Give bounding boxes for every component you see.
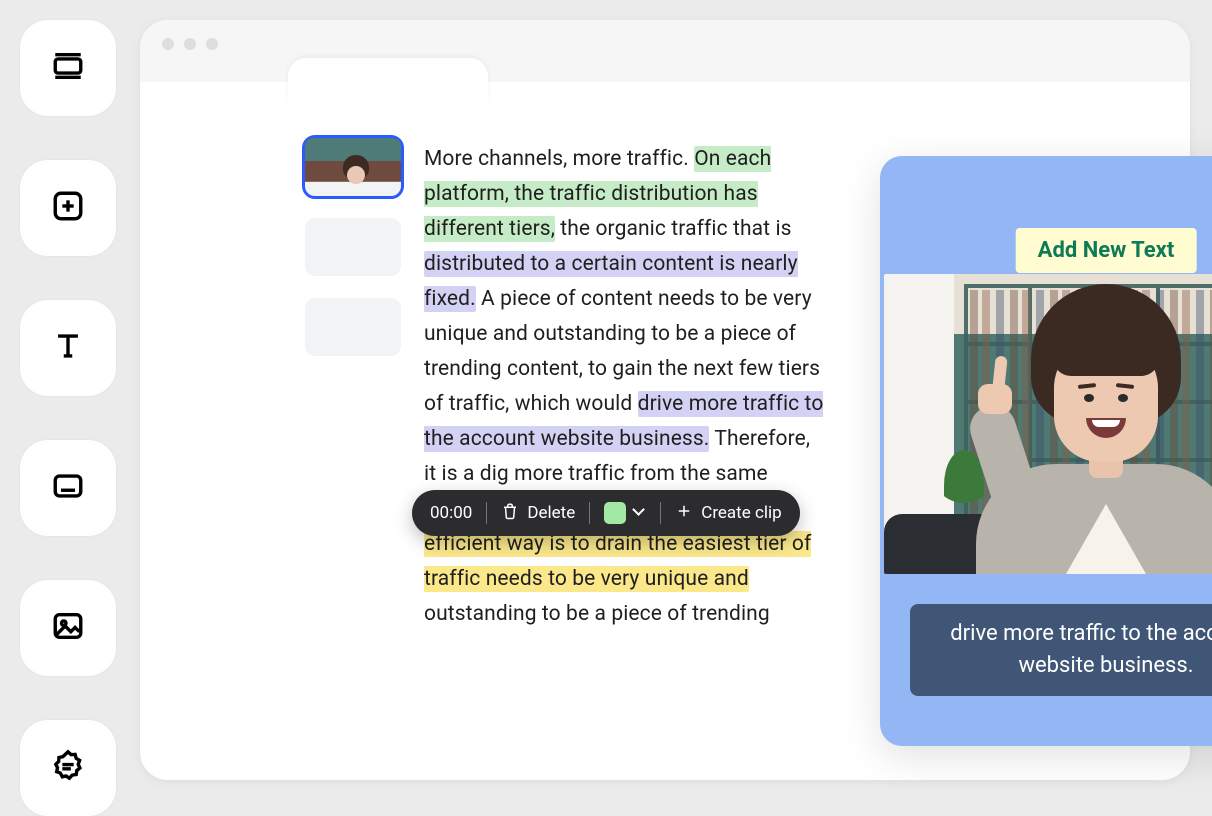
window-traffic-lights — [162, 38, 218, 50]
delete-label: Delete — [527, 503, 575, 523]
editor-window: More channels, more traffic. On each pla… — [140, 20, 1190, 780]
color-swatch — [604, 502, 626, 524]
add-text-overlay[interactable]: Add New Text — [1016, 228, 1197, 273]
plus-square-icon — [51, 189, 85, 227]
tool-sidebar — [20, 20, 116, 816]
image-icon — [51, 609, 85, 647]
thumbnail-3[interactable] — [305, 298, 401, 356]
thumbnail-1[interactable] — [305, 138, 401, 196]
subtitle-icon — [51, 469, 85, 507]
video-preview-panel: Add New Text — [880, 156, 1212, 746]
browser-tab[interactable] — [288, 58, 488, 102]
create-clip-label: Create clip — [701, 503, 781, 523]
thumbnail-2[interactable] — [305, 218, 401, 276]
chevron-down-icon — [634, 507, 646, 519]
plus-icon — [675, 502, 693, 525]
toolbar-separator — [486, 502, 487, 524]
thumbnail-preview — [305, 138, 401, 196]
transcript-segment[interactable]: More channels, more traffic. — [424, 146, 694, 172]
layout-icon — [51, 49, 85, 87]
create-clip-button[interactable]: Create clip — [675, 502, 781, 525]
trash-icon — [501, 502, 519, 525]
video-still — [884, 274, 1212, 574]
timecode: 00:00 — [430, 503, 472, 523]
badge-icon — [51, 749, 85, 787]
badge-tool[interactable] — [20, 720, 116, 816]
toolbar-separator — [660, 502, 661, 524]
text-tool[interactable] — [20, 300, 116, 396]
add-tool[interactable] — [20, 160, 116, 256]
highlight-color-picker[interactable] — [604, 502, 646, 524]
layout-tool[interactable] — [20, 20, 116, 116]
transcript-text[interactable]: More channels, more traffic. On each pla… — [424, 142, 824, 632]
clip-thumbnails — [305, 138, 401, 356]
transcript-segment[interactable]: outstanding to be a piece of trending — [424, 601, 770, 627]
video-caption: drive more traffic to the account websit… — [910, 604, 1212, 696]
toolbar-separator — [589, 502, 590, 524]
delete-button[interactable]: Delete — [501, 502, 575, 525]
image-tool[interactable] — [20, 580, 116, 676]
video-frame[interactable] — [884, 274, 1212, 574]
subtitle-tool[interactable] — [20, 440, 116, 536]
text-icon — [51, 329, 85, 367]
clip-toolbar: 00:00 Delete Create clip — [412, 490, 800, 536]
transcript-segment[interactable]: the organic traffic that is — [555, 216, 792, 242]
